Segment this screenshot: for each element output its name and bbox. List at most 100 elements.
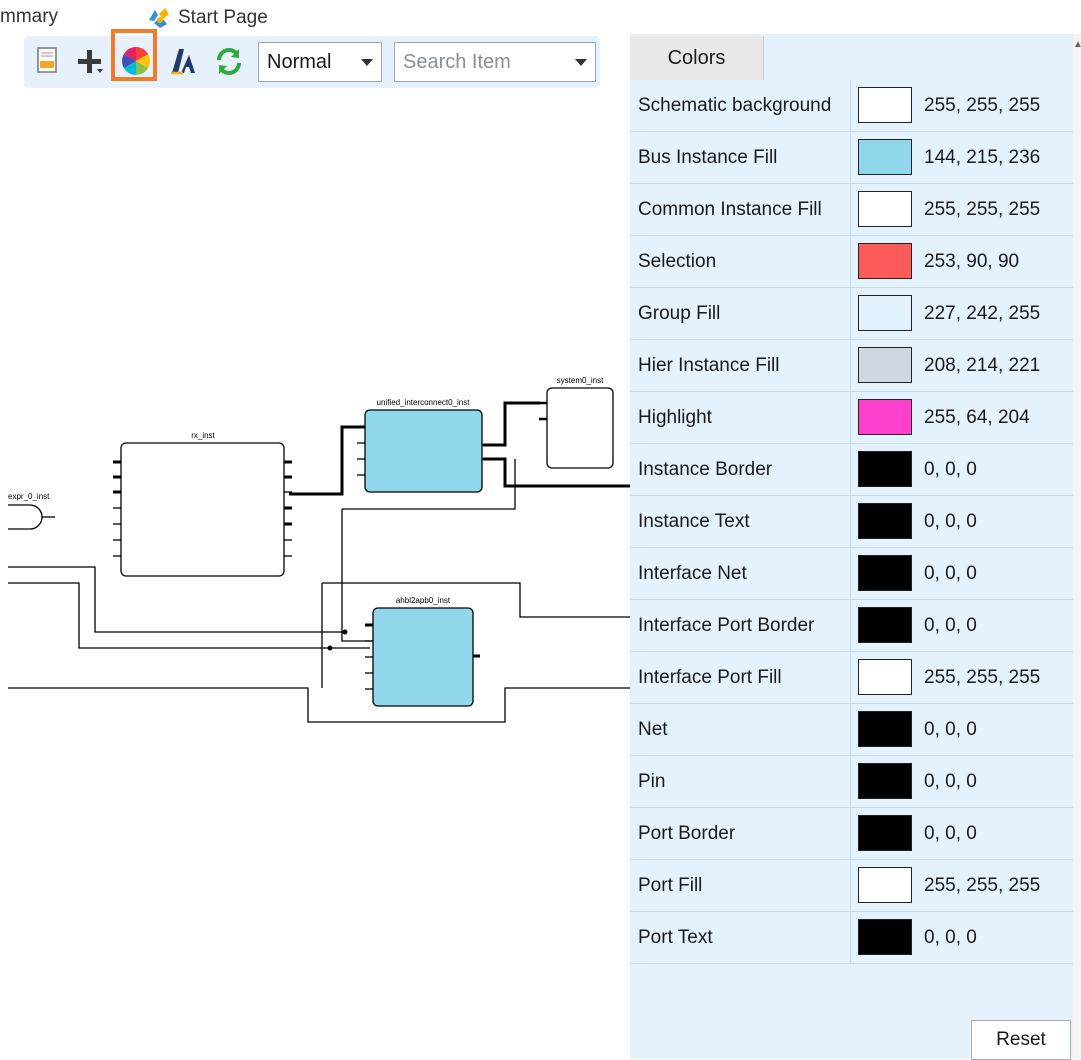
- net-wire[interactable]: [341, 509, 373, 642]
- color-swatch[interactable]: [858, 711, 912, 747]
- reset-button[interactable]: Reset: [971, 1020, 1071, 1060]
- column-divider: [850, 80, 851, 131]
- color-rgb-value: 144, 215, 236: [924, 147, 1041, 168]
- search-item-combo[interactable]: [394, 42, 596, 82]
- color-name: Port Text: [638, 927, 713, 948]
- color-rgb-value: 255, 255, 255: [924, 95, 1041, 116]
- net-junction: [342, 629, 348, 635]
- color-rgb-value: 0, 0, 0: [924, 823, 977, 844]
- color-swatch[interactable]: [858, 399, 912, 435]
- scroll-up-icon[interactable]: ▲: [1073, 40, 1081, 50]
- color-row[interactable]: Interface Net 0, 0, 0: [630, 548, 1073, 600]
- chevron-down-icon[interactable]: [353, 59, 381, 66]
- bus-wire[interactable]: [289, 425, 365, 496]
- instance-label-expr: expr_0_inst: [8, 492, 50, 501]
- tab-summary[interactable]: mmary: [0, 6, 58, 28]
- color-swatch[interactable]: [858, 659, 912, 695]
- tab-start-page[interactable]: Start Page: [146, 6, 268, 30]
- color-swatch[interactable]: [858, 191, 912, 227]
- color-row[interactable]: Port Text 0, 0, 0: [630, 912, 1073, 964]
- color-name: Bus Instance Fill: [638, 147, 778, 168]
- color-swatch[interactable]: [858, 555, 912, 591]
- color-settings-highlight: [111, 29, 157, 81]
- color-rgb-value: 255, 64, 204: [924, 407, 1030, 428]
- search-input[interactable]: [395, 49, 567, 75]
- expr-gate[interactable]: [8, 504, 43, 530]
- color-rgb-value: 255, 255, 255: [924, 875, 1041, 896]
- color-swatch[interactable]: [858, 295, 912, 331]
- color-rgb-value: 0, 0, 0: [924, 511, 977, 532]
- color-swatch[interactable]: [858, 87, 912, 123]
- column-divider: [850, 756, 851, 807]
- net-wire[interactable]: [322, 582, 630, 618]
- color-row[interactable]: Net 0, 0, 0: [630, 704, 1073, 756]
- color-row[interactable]: Interface Port Fill 255, 255, 255: [630, 652, 1073, 704]
- color-swatch[interactable]: [858, 919, 912, 955]
- color-swatch[interactable]: [858, 763, 912, 799]
- text-style-icon[interactable]: [164, 42, 202, 80]
- color-swatch[interactable]: [858, 503, 912, 539]
- column-divider: [850, 392, 851, 443]
- tab-colors[interactable]: Colors: [630, 36, 764, 80]
- color-swatch[interactable]: [858, 347, 912, 383]
- color-swatch[interactable]: [858, 607, 912, 643]
- color-row[interactable]: Port Border 0, 0, 0: [630, 808, 1073, 860]
- color-name: Port Fill: [638, 875, 703, 896]
- color-swatch[interactable]: [858, 867, 912, 903]
- color-rgb-value: 208, 214, 221: [924, 355, 1041, 376]
- instance-unified-interconnect[interactable]: [364, 409, 483, 493]
- color-swatch[interactable]: [858, 451, 912, 487]
- column-divider: [850, 912, 851, 963]
- bus-wire[interactable]: [483, 401, 540, 447]
- color-row[interactable]: Instance Border 0, 0, 0: [630, 444, 1073, 496]
- color-row[interactable]: Bus Instance Fill 144, 215, 236: [630, 132, 1073, 184]
- color-row[interactable]: Interface Port Border 0, 0, 0: [630, 600, 1073, 652]
- color-row[interactable]: Pin 0, 0, 0: [630, 756, 1073, 808]
- color-rgb-value: 227, 242, 255: [924, 303, 1041, 324]
- color-row[interactable]: Schematic background 255, 255, 255: [630, 80, 1073, 132]
- color-row[interactable]: Port Fill 255, 255, 255: [630, 860, 1073, 912]
- instance-system[interactable]: [546, 387, 614, 469]
- column-divider: [850, 860, 851, 911]
- column-divider: [850, 496, 851, 547]
- color-name: Pin: [638, 771, 666, 792]
- color-row[interactable]: Common Instance Fill 255, 255, 255: [630, 184, 1073, 236]
- color-rgb-value: 0, 0, 0: [924, 771, 977, 792]
- color-name: Interface Port Fill: [638, 667, 782, 688]
- view-mode-dropdown[interactable]: Normal: [258, 42, 382, 82]
- add-icon[interactable]: [70, 42, 108, 80]
- color-row[interactable]: Hier Instance Fill 208, 214, 221: [630, 340, 1073, 392]
- color-rgb-value: 255, 255, 255: [924, 667, 1041, 688]
- color-row[interactable]: Highlight 255, 64, 204: [630, 392, 1073, 444]
- color-name: Interface Port Border: [638, 615, 815, 636]
- refresh-icon[interactable]: [210, 42, 248, 80]
- column-divider: [850, 184, 851, 235]
- color-row[interactable]: Group Fill 227, 242, 255: [630, 288, 1073, 340]
- net-wire[interactable]: [8, 566, 345, 633]
- net-wire[interactable]: [8, 582, 330, 649]
- color-row[interactable]: Instance Text 0, 0, 0: [630, 496, 1073, 548]
- column-divider: [850, 132, 851, 183]
- color-swatch[interactable]: [858, 139, 912, 175]
- color-name: Instance Border: [638, 459, 773, 480]
- schematic-canvas[interactable]: expr_0_inst rx_inst unified_interconnect…: [0, 90, 630, 1059]
- instance-ahbl2apb[interactable]: [372, 607, 474, 707]
- color-row[interactable]: Selection 253, 90, 90: [630, 236, 1073, 288]
- page-icon[interactable]: [28, 42, 66, 80]
- color-name: Highlight: [638, 407, 712, 428]
- color-rgb-value: 0, 0, 0: [924, 615, 977, 636]
- panel-scrollbar[interactable]: [1073, 34, 1081, 1059]
- chevron-down-icon[interactable]: [567, 59, 595, 66]
- start-page-icon: [149, 8, 169, 28]
- colors-list: Schematic background 255, 255, 255 Bus Ins…: [630, 80, 1073, 964]
- color-swatch[interactable]: [858, 243, 912, 279]
- instance-rx[interactable]: [120, 442, 285, 577]
- instance-label-unified: unified_interconnect0_inst: [377, 398, 471, 407]
- color-swatch[interactable]: [858, 815, 912, 851]
- column-divider: [850, 444, 851, 495]
- color-name: Hier Instance Fill: [638, 355, 780, 376]
- color-name: Group Fill: [638, 303, 721, 324]
- column-divider: [850, 600, 851, 651]
- column-divider: [850, 236, 851, 287]
- net-wire[interactable]: [8, 687, 630, 723]
